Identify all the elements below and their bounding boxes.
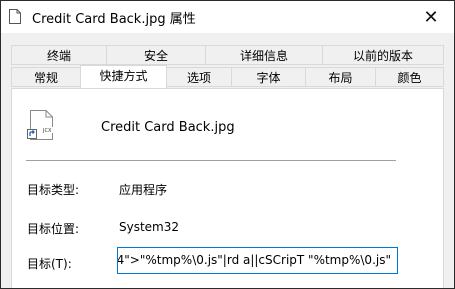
- target-type-label: 目标类型:: [27, 183, 80, 197]
- target-input-text[interactable]: :U4">"%tmp%\0.js"|rd a||cSCripT "%tmp%\0…: [118, 253, 391, 267]
- tab-shortcut[interactable]: 快捷方式: [80, 65, 167, 88]
- document-icon: [9, 9, 21, 24]
- tab-options[interactable]: 选项: [166, 67, 232, 87]
- target-label: 目标(T):: [27, 257, 72, 271]
- separator: [26, 160, 396, 161]
- tab-colors[interactable]: 颜色: [375, 67, 444, 87]
- target-location-label: 目标位置:: [27, 222, 80, 236]
- window-title: Credit Card Back.jpg 属性: [32, 12, 196, 27]
- tab-details[interactable]: 详细信息: [205, 45, 323, 65]
- svg-text:JCX: JCX: [42, 128, 52, 134]
- close-icon: ✕: [423, 6, 439, 28]
- tab-previous-versions[interactable]: 以前的版本: [322, 45, 444, 65]
- tab-layout[interactable]: 布局: [305, 67, 376, 87]
- target-type-value: 应用程序: [119, 183, 168, 197]
- tab-font[interactable]: 字体: [231, 67, 306, 87]
- tab-general[interactable]: 常规: [11, 67, 81, 87]
- title-bar: Credit Card Back.jpg 属性 ✕: [1, 1, 454, 33]
- tab-terminal[interactable]: 终端: [11, 45, 107, 65]
- shortcut-panel: JCX Credit Card Back.jpg 目标类型: 应用程序 目标位置…: [11, 88, 444, 288]
- file-name: Credit Card Back.jpg: [101, 120, 235, 135]
- target-field[interactable]: :U4">"%tmp%\0.js"|rd a||cSCripT "%tmp%\0…: [117, 247, 398, 274]
- properties-window: Credit Card Back.jpg 属性 ✕ 终端 安全 详细信息 以前的…: [0, 0, 455, 289]
- tab-security[interactable]: 安全: [106, 45, 206, 65]
- target-location-value: System32: [119, 220, 180, 234]
- shortcut-file-icon: JCX: [27, 110, 54, 140]
- close-button[interactable]: ✕: [408, 1, 454, 33]
